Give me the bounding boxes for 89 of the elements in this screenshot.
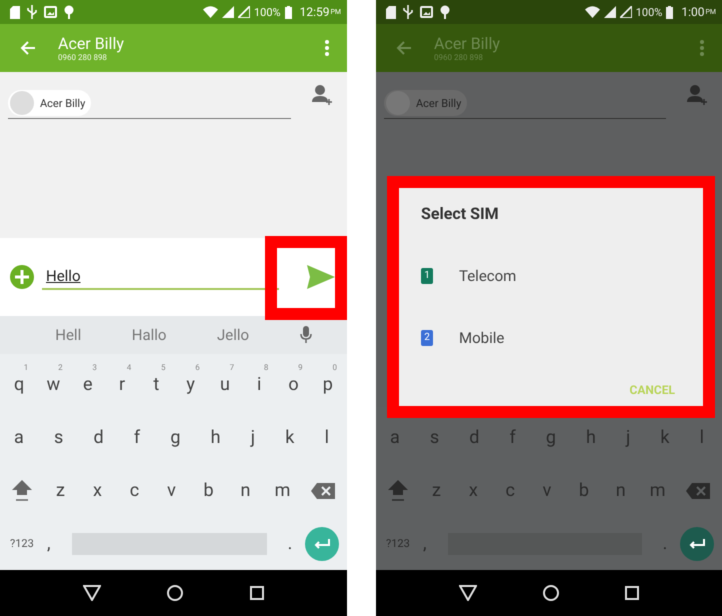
punctuation-key[interactable]: ,: [34, 532, 64, 556]
letter-key[interactable]: 4 r: [104, 362, 140, 406]
suggestion-word[interactable]: Hallo: [132, 326, 166, 344]
letter-key[interactable]: 9 o: [276, 362, 311, 406]
suggestion-word[interactable]: Jello: [217, 326, 250, 344]
image-icon: [44, 6, 57, 18]
back-icon[interactable]: [83, 585, 102, 601]
avatar-circle: [10, 91, 34, 115]
letter-key[interactable]: h: [210, 426, 221, 450]
wifi-icon: [202, 6, 218, 18]
letter-key[interactable]: 5 t: [139, 362, 174, 406]
pin-icon: [440, 5, 450, 19]
sd-card-icon: [386, 6, 396, 18]
letter-key[interactable]: x: [79, 478, 116, 502]
home-icon[interactable]: [167, 585, 184, 601]
recent-apps-icon[interactable]: [625, 586, 639, 600]
contact-name: Acer Billy: [58, 34, 124, 53]
usb-icon: [403, 5, 413, 19]
signal-icon: [620, 6, 632, 18]
recipient-name: Acer Billy: [40, 96, 86, 110]
sim-name: Mobile: [459, 329, 504, 347]
add-contact-icon[interactable]: [686, 84, 708, 106]
sim-badge: 1: [421, 268, 433, 284]
letter-key[interactable]: a: [14, 426, 24, 450]
battery-percent: 100%: [254, 6, 281, 18]
home-icon[interactable]: [543, 585, 559, 601]
letter-key[interactable]: 3 e: [70, 362, 105, 406]
phone-number: 0960 280 898: [58, 53, 107, 62]
add-attachment-icon[interactable]: [10, 265, 34, 289]
letter-key[interactable]: n: [227, 478, 264, 502]
more-options-icon[interactable]: [700, 40, 704, 56]
recipient-field[interactable]: Acer Billy: [8, 90, 291, 119]
letter-key[interactable]: d: [94, 426, 104, 450]
letter-key[interactable]: 1 q: [2, 362, 36, 406]
send-icon[interactable]: [307, 265, 335, 289]
sim-badge: 2: [421, 330, 433, 346]
letter-key[interactable]: s: [54, 426, 64, 450]
clock-time: 12:59: [300, 5, 330, 19]
letter-key[interactable]: g: [170, 426, 180, 450]
wifi-icon: [584, 6, 600, 18]
clock-time: 1:00: [681, 5, 704, 19]
punctuation-key[interactable]: .: [275, 532, 305, 556]
letter-key[interactable]: f: [134, 426, 140, 450]
letter-key[interactable]: 7 u: [208, 362, 242, 406]
back-icon[interactable]: [459, 585, 477, 601]
letter-key[interactable]: 8 i: [242, 362, 276, 406]
sd-card-icon: [10, 6, 20, 18]
symbols-key[interactable]: ?123: [10, 532, 34, 556]
more-options-icon[interactable]: [325, 40, 329, 56]
image-icon: [420, 6, 433, 18]
battery-icon: [666, 6, 674, 18]
phone-number: 0960 280 898: [434, 53, 483, 62]
letter-key[interactable]: 6 y: [173, 362, 208, 406]
add-contact-icon[interactable]: [311, 84, 333, 106]
suggestion-word[interactable]: Hell: [55, 326, 82, 344]
battery-icon: [284, 6, 292, 18]
back-arrow-icon[interactable]: [396, 40, 412, 56]
letter-key[interactable]: c: [116, 478, 153, 502]
letter-key[interactable]: l: [324, 426, 329, 450]
sim-option[interactable]: 1 Telecom: [421, 245, 681, 307]
avatar-circle: [386, 91, 410, 115]
letter-key[interactable]: z: [42, 478, 79, 502]
sim-name: Telecom: [459, 267, 516, 285]
dialog-title: Select SIM: [421, 204, 500, 223]
recipient-name: Acer Billy: [416, 96, 462, 110]
signal-icon: [604, 6, 616, 18]
microphone-icon[interactable]: [300, 326, 312, 344]
letter-key[interactable]: 2 w: [36, 362, 71, 406]
message-field[interactable]: Hello: [42, 264, 279, 290]
shift-icon[interactable]: [12, 480, 32, 502]
signal-icon: [238, 6, 250, 18]
contact-name: Acer Billy: [434, 34, 500, 53]
recipient-chip[interactable]: Acer Billy: [8, 90, 92, 116]
letter-key[interactable]: 0 p: [310, 362, 345, 406]
pin-icon: [64, 5, 74, 19]
letter-key[interactable]: k: [285, 426, 294, 450]
letter-key[interactable]: m: [264, 478, 301, 502]
battery-percent: 100%: [636, 6, 662, 18]
backspace-icon[interactable]: [311, 482, 335, 498]
enter-icon[interactable]: [680, 526, 714, 560]
letter-key[interactable]: b: [190, 478, 227, 502]
letter-key[interactable]: v: [153, 478, 190, 502]
letter-key[interactable]: j: [250, 426, 256, 450]
usb-icon: [27, 5, 37, 19]
recent-apps-icon[interactable]: [250, 586, 264, 600]
backspace-icon[interactable]: [686, 482, 710, 498]
signal-icon: [222, 6, 234, 18]
sim-option[interactable]: 2 Mobile: [421, 307, 681, 369]
shift-icon[interactable]: [388, 480, 408, 502]
